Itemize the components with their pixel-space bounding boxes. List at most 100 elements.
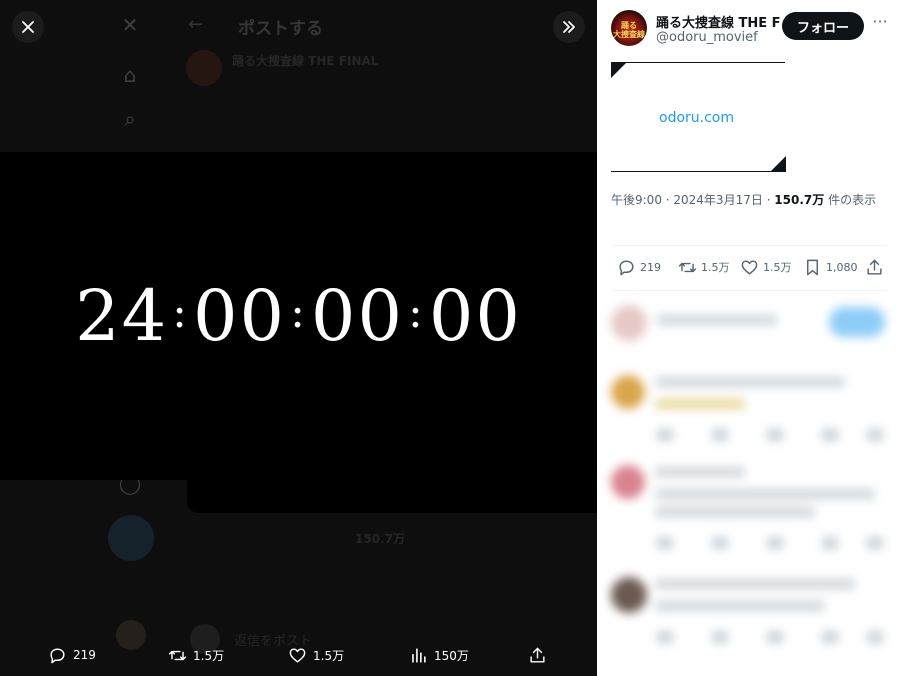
reply-action-icon [712, 429, 728, 441]
reply-placeholder [657, 315, 777, 325]
divider [611, 245, 887, 246]
close-icon [22, 21, 34, 33]
share-button[interactable] [528, 637, 547, 673]
media-viewer: ✕ ⌂ ⌕ ◯ ← ポストする 踊る大捜査線 THE FINAL 150.7万 … [0, 0, 900, 676]
double-chevron-right-icon [563, 21, 575, 33]
reply-text-line [655, 601, 825, 611]
retweet-button[interactable]: 1.5万 [168, 637, 224, 673]
odoru-link[interactable]: odoru.com [659, 110, 734, 126]
bg-views: 150.7万 [355, 532, 405, 546]
like-count: 1.5万 [313, 648, 345, 663]
avatar-logo: 踊る 大捜査線 [613, 21, 645, 39]
like-button[interactable]: 1.5万 [288, 637, 344, 673]
like-count: 1.5万 [763, 261, 792, 274]
back-arrow-icon: ← [188, 14, 204, 35]
reply-button[interactable]: 219 [617, 250, 661, 284]
reply-action-icon [867, 631, 883, 643]
reply-user-avatar [611, 465, 645, 499]
reply-text-line [655, 507, 815, 517]
views-icon [412, 647, 426, 663]
reply-user-line [655, 579, 855, 589]
like-icon [289, 647, 306, 663]
reply-action-icon [867, 537, 883, 549]
post-timestamp[interactable]: 午後9:00 · 2024年3月17日 · [611, 193, 774, 207]
views-button[interactable]: 150万 [409, 637, 469, 673]
reply-icon [50, 647, 65, 663]
reply-action-icon [767, 631, 783, 643]
reply-action-icon [767, 537, 783, 549]
reply-action-icon [867, 429, 883, 441]
reply-action-icon [822, 429, 838, 441]
reply-user-line [655, 377, 845, 387]
view-count: 150.7万 [774, 193, 825, 207]
like-icon [741, 259, 758, 275]
reply-submit-button [829, 307, 885, 337]
reply-action-icon [657, 429, 673, 441]
countdown-timer: 24:00:00:00 [0, 152, 597, 480]
retweet-count: 1.5万 [193, 648, 225, 663]
bookmark-icon [807, 259, 818, 275]
bg-author-name: 踊る大捜査線 THE FINAL [232, 54, 379, 68]
bg-author-avatar [186, 50, 222, 86]
reply-action-icon [657, 537, 673, 549]
timer-seconds: 00 [310, 275, 404, 357]
frame-corner-bottom-right [770, 156, 786, 172]
bg-header-title: ポストする [238, 19, 323, 39]
reply-action-icon [657, 631, 673, 643]
share-icon [530, 647, 545, 663]
bookmark-button[interactable]: 1,080 [803, 250, 858, 284]
reply-icon [619, 259, 634, 275]
reply-count: 219 [73, 648, 96, 662]
views-count: 150万 [434, 648, 469, 663]
reply-text-line [655, 399, 745, 409]
video-player[interactable]: 24:00:00:00 [0, 152, 597, 480]
share-icon [867, 259, 882, 275]
frame-corner-top-left [611, 62, 627, 78]
post-metadata: 午後9:00 · 2024年3月17日 · 150.7万 件の表示 [611, 190, 886, 210]
reply-action-icon [712, 537, 728, 549]
timer-minutes: 00 [193, 275, 287, 357]
like-button[interactable]: 1.5万 [740, 250, 792, 284]
search-icon: ⌕ [124, 107, 136, 131]
reply-action-icon [822, 631, 838, 643]
reply-action-icon [712, 631, 728, 643]
retweet-icon [678, 262, 697, 272]
timer-separator: : [407, 286, 425, 338]
expand-panel-button[interactable] [553, 11, 585, 43]
view-label: 件の表示 [824, 193, 877, 207]
reply-button[interactable]: 219 [48, 637, 96, 673]
retweet-icon [168, 650, 187, 660]
reply-text-line [655, 489, 875, 499]
bookmark-count: 1,080 [826, 260, 858, 274]
blurred-replies [597, 295, 900, 676]
account-avatar[interactable]: 踊る 大捜査線 [611, 10, 647, 46]
timer-hours: 24 [75, 275, 169, 357]
timer-frames: 00 [428, 275, 522, 357]
reply-avatar [611, 305, 647, 341]
reply-user-line [655, 467, 745, 477]
reply-user-avatar [611, 577, 647, 613]
reply-count: 219 [640, 260, 661, 274]
more-options-icon[interactable]: ··· [870, 13, 890, 33]
retweet-count: 1.5万 [701, 261, 730, 274]
retweet-button[interactable]: 1.5万 [678, 250, 730, 284]
divider [611, 290, 887, 291]
x-logo-icon: ✕ [121, 13, 139, 37]
timer-separator: : [172, 286, 189, 338]
reply-action-icon [822, 537, 838, 549]
account-name[interactable]: 踊る大捜査線 THE F [656, 12, 784, 31]
reply-action-icon [767, 429, 783, 441]
close-button[interactable] [12, 11, 44, 43]
post-detail-panel: 踊る 大捜査線 踊る大捜査線 THE F @odoru_movief フォロー ·… [597, 0, 900, 676]
home-icon: ⌂ [123, 63, 137, 87]
frame-line-top [611, 62, 785, 63]
post-action-bar: 219 1.5万 1.5万 1,080 [597, 250, 900, 284]
video-player-edge [187, 480, 597, 513]
reply-user-avatar [611, 375, 645, 409]
follow-button[interactable]: フォロー [782, 12, 864, 40]
media-action-bar: 219 1.5万 1.5万 150万 [0, 637, 597, 673]
media-modal: ✕ ⌂ ⌕ ◯ ← ポストする 踊る大捜査線 THE FINAL 150.7万 … [0, 0, 597, 676]
timer-separator: : [290, 286, 307, 338]
share-button[interactable] [865, 250, 884, 284]
account-handle[interactable]: @odoru_movief [656, 30, 758, 45]
